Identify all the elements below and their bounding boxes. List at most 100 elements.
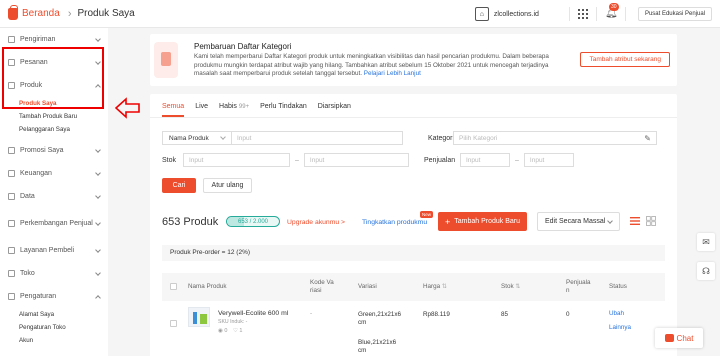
bulk-edit-label: Edit Secara Massal — [545, 218, 606, 225]
add-product-button[interactable]: + Tambah Produk Baru — [438, 212, 527, 231]
chevron-up-icon — [95, 294, 101, 301]
seller-education-button[interactable]: Pusat Edukasi Penjual — [637, 7, 712, 21]
left-arrow-annotation-icon — [115, 97, 140, 119]
notification-button[interactable]: 🔔︎ 30 — [605, 3, 619, 20]
product-count-title: 653 Produk — [162, 216, 219, 228]
bulk-edit-dropdown[interactable]: Edit Secara Massal — [537, 212, 620, 231]
like-count: 1 — [239, 328, 243, 334]
notice-illustration-icon — [154, 42, 178, 78]
sidebar-item-label: Keuangan — [20, 170, 52, 177]
price: Rp88.119 — [423, 311, 450, 318]
tab-perlu-tindakan[interactable]: Perlu Tindakan — [260, 103, 307, 117]
eye-icon: ◉ — [218, 328, 223, 334]
sidebar-item-data[interactable]: Data — [0, 185, 108, 208]
upgrade-account-link[interactable]: Upgrade akunmu > — [287, 219, 345, 226]
shop-avatar[interactable]: ⌂ — [474, 7, 489, 21]
highlight-box — [2, 47, 104, 109]
sort-icon: ⇅ — [441, 284, 447, 290]
tab-habis[interactable]: Habis 99+ — [219, 103, 249, 117]
sales-min-input[interactable]: Input — [460, 153, 510, 167]
sidebar-item-toko[interactable]: Toko — [0, 262, 108, 285]
data-icon — [8, 193, 15, 200]
add-product-label: Tambah Produk Baru — [454, 218, 521, 225]
sidebar-subitem-pengaturan-toko[interactable]: Pengaturan Toko — [0, 321, 108, 334]
tab-label: Perlu Tindakan — [260, 103, 307, 110]
select-value: Nama Produk — [169, 134, 209, 142]
category-label: Kategori — [428, 134, 455, 142]
name-search-input[interactable]: Input — [232, 131, 403, 145]
sidebar-item-pengaturan[interactable]: Pengaturan — [0, 285, 108, 308]
variation-2: Blue,21x21x6 cm — [358, 339, 397, 354]
parent-sku: SKU Induk: - — [218, 319, 248, 325]
list-view-icon[interactable] — [630, 216, 640, 226]
col-price[interactable]: Harga ⇅ — [423, 283, 447, 291]
row-checkbox[interactable] — [170, 320, 177, 327]
chevron-down-icon — [220, 134, 226, 140]
settings-icon — [8, 293, 15, 300]
col-price-label: Harga — [423, 283, 441, 290]
headset-icon[interactable]: ☊ — [697, 262, 715, 280]
sales-max-input[interactable]: Input — [523, 153, 574, 167]
promo-icon — [8, 147, 15, 154]
shop-name[interactable]: zlcollections.id — [494, 11, 539, 18]
chat-button[interactable]: Chat — [655, 328, 703, 348]
stock-max-input[interactable]: Input — [303, 153, 409, 167]
sidebar-item-label: Layanan Pembeli — [20, 247, 75, 254]
divider — [568, 7, 570, 21]
app-name: Beranda — [22, 8, 60, 19]
breadcrumb-separator: › — [67, 7, 72, 20]
grid-view-icon[interactable] — [646, 216, 656, 226]
col-variation-code: Kode Va riasi — [310, 279, 334, 294]
chevron-down-icon — [95, 269, 101, 276]
category-picker[interactable]: Pilih Kategori ✎ — [453, 131, 657, 145]
stock-min-input[interactable]: Input — [183, 153, 290, 167]
sidebar-subitem-pelanggaran[interactable]: Pelanggaran Saya — [0, 123, 108, 136]
home-link[interactable]: Beranda — [8, 4, 60, 20]
reset-button[interactable]: Atur ulang — [203, 178, 252, 193]
product-thumbnail[interactable] — [188, 307, 210, 327]
range-dash: – — [515, 156, 519, 164]
chevron-down-icon — [95, 146, 101, 153]
more-link[interactable]: Lainnya — [609, 324, 631, 332]
sidebar-item-keuangan[interactable]: Keuangan — [0, 162, 108, 185]
pencil-icon: ✎ — [644, 133, 651, 143]
name-field-select[interactable]: Nama Produk — [162, 131, 232, 145]
edit-link[interactable]: Ubah — [609, 310, 624, 318]
tab-live[interactable]: Live — [195, 103, 208, 117]
sidebar-item-promosi[interactable]: Promosi Saya — [0, 139, 108, 162]
col-name: Nama Produk — [188, 283, 227, 290]
select-all-checkbox[interactable] — [170, 283, 177, 290]
stock: 85 — [501, 311, 509, 318]
notice-body: Kami telah memperbarui Daftar Kategori p… — [194, 53, 574, 79]
truck-icon — [8, 36, 15, 43]
mail-icon[interactable]: ✉ — [697, 233, 715, 251]
search-button[interactable]: Cari — [162, 178, 196, 193]
sidebar-item-layanan[interactable]: Layanan Pembeli — [0, 239, 108, 262]
status-tabs: Semua Live Habis 99+ Perlu Tindakan Diar… — [150, 94, 677, 118]
col-stock[interactable]: Stok ⇅ — [501, 283, 520, 291]
learn-more-link[interactable]: Pelajari Lebih Lanjut — [364, 70, 421, 77]
shopee-logo-icon — [8, 4, 18, 20]
growth-icon — [8, 220, 15, 227]
add-attribute-button[interactable]: Tambah atribut sekarang — [580, 52, 670, 67]
chat-icon — [664, 334, 674, 342]
plus-icon: + — [444, 216, 451, 227]
sidebar-item-label: Toko — [20, 270, 35, 277]
service-icon — [8, 247, 15, 254]
tab-diarsipkan[interactable]: Diarsipkan — [318, 103, 351, 117]
sidebar-subitem-akun[interactable]: Akun — [0, 334, 108, 347]
product-name[interactable]: Verywell-Ecolite 600 ml — [218, 310, 288, 318]
sidebar-subitem-tambah-produk[interactable]: Tambah Produk Baru — [0, 110, 108, 123]
variation-1: Green,21x21x6 cm — [358, 311, 402, 326]
apps-grid-icon[interactable] — [577, 9, 588, 19]
shop-icon — [8, 270, 15, 277]
sidebar-subitem-alamat[interactable]: Alamat Saya — [0, 308, 108, 321]
tab-semua[interactable]: Semua — [162, 103, 185, 117]
stock-label: Stok — [162, 156, 177, 164]
col-sales[interactable]: Penjuala n — [566, 279, 594, 295]
sidebar-item-perkembangan[interactable]: Perkembangan Penjual — [0, 208, 108, 239]
chevron-down-icon — [95, 169, 101, 176]
improve-products-link[interactable]: Tingkatkan produkmu — [362, 219, 427, 226]
variation-code: - — [310, 310, 313, 317]
finance-icon — [8, 170, 15, 177]
